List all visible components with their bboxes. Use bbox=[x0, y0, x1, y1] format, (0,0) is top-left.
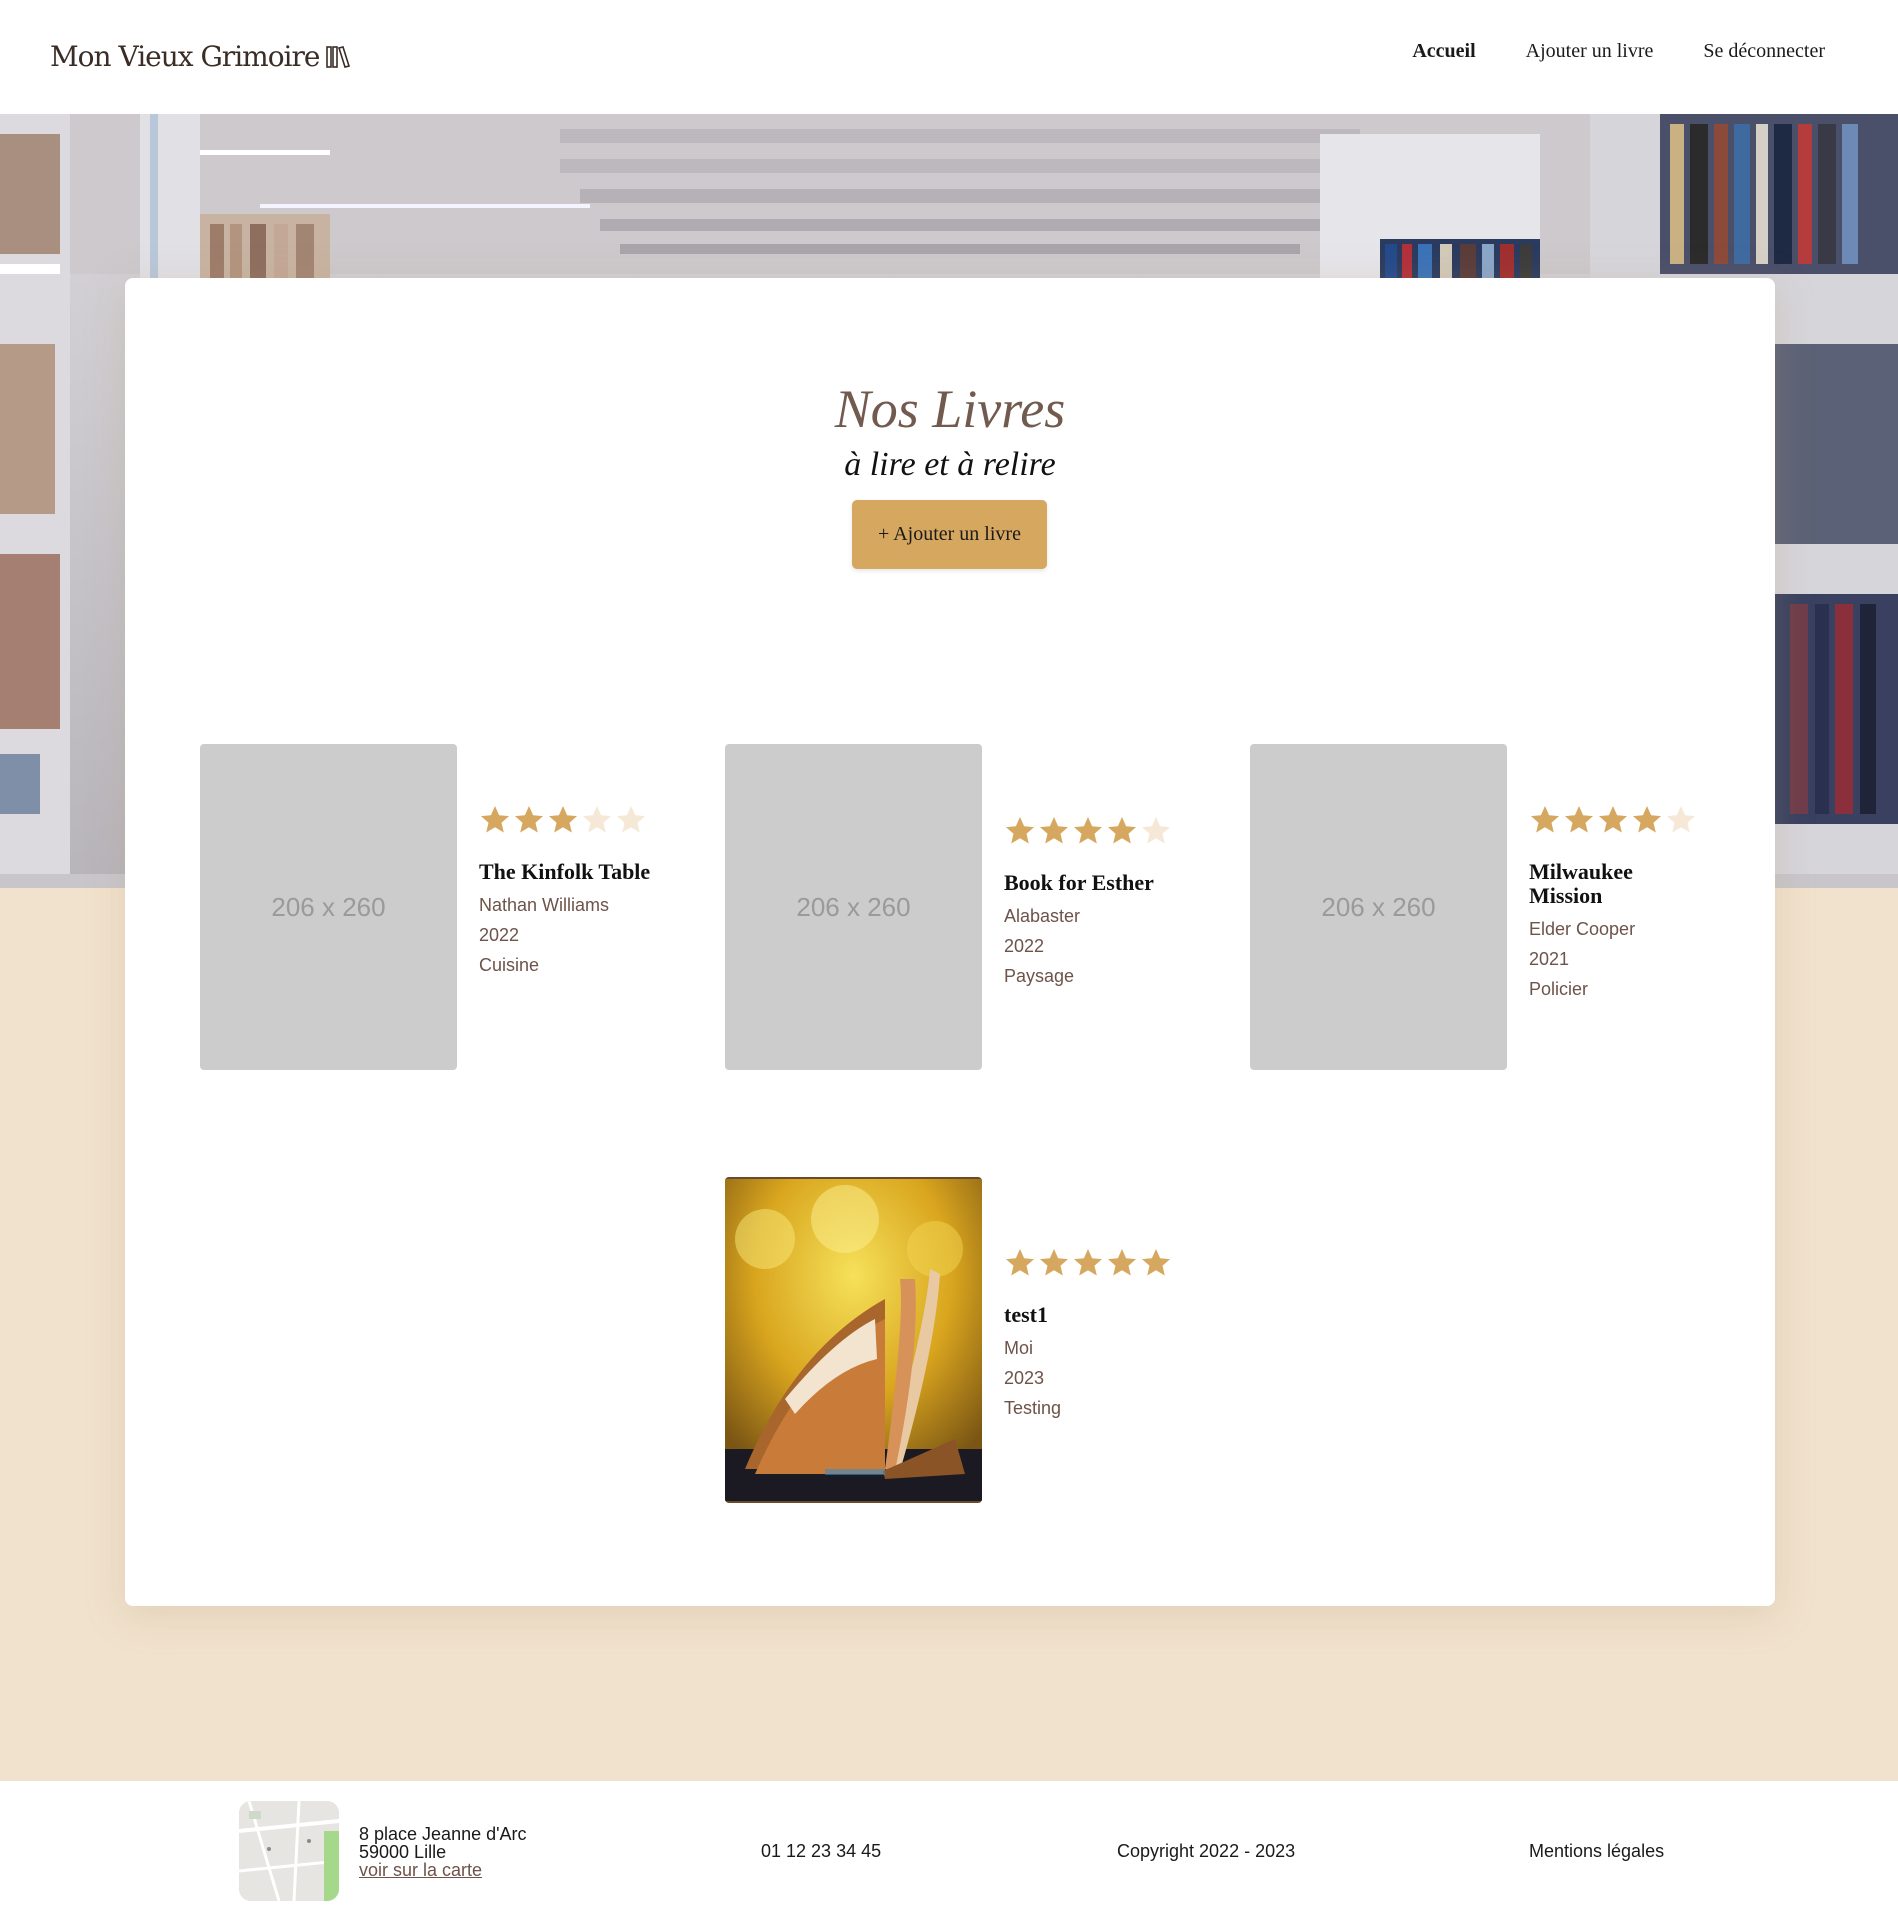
open-book-photo bbox=[725, 1179, 982, 1501]
star-filled-icon bbox=[1142, 1249, 1170, 1276]
cover-size-label: 206 x 260 bbox=[271, 891, 386, 922]
map-thumbnail[interactable] bbox=[239, 1801, 339, 1901]
book-genre: Testing bbox=[1004, 1398, 1062, 1418]
book-card[interactable]: 206 x 260 The Kinfolk Table Nathan Willi… bbox=[200, 744, 660, 1070]
star-filled-icon bbox=[1565, 806, 1593, 833]
star-empty-icon bbox=[583, 806, 611, 833]
book-info: Book for Esther Alabaster 2022 Paysage bbox=[1004, 815, 1184, 991]
cover-size-label: 206 x 260 bbox=[796, 891, 911, 922]
star-filled-icon bbox=[1074, 817, 1102, 844]
star-filled-icon bbox=[1074, 1249, 1102, 1276]
footer-copyright: Copyright 2022 - 2023 bbox=[1117, 1841, 1296, 1861]
book-info: The Kinfolk Table Nathan Williams 2022 C… bbox=[479, 804, 659, 980]
star-empty-icon bbox=[1667, 806, 1695, 833]
book-genre: Paysage bbox=[1004, 966, 1075, 986]
nav-accueil[interactable]: Accueil bbox=[1412, 40, 1475, 63]
book-genre: Cuisine bbox=[479, 955, 540, 975]
book-year: 2022 bbox=[1004, 936, 1045, 956]
star-filled-icon bbox=[481, 806, 509, 833]
book-title: The Kinfolk Table bbox=[479, 859, 651, 884]
book-card[interactable]: 206 x 260 Book for Esther Alabaster 2022… bbox=[725, 744, 1185, 1070]
book-author: Nathan Williams bbox=[479, 895, 610, 915]
star-filled-icon bbox=[1006, 1249, 1034, 1276]
add-book-button[interactable]: + Ajouter un livre bbox=[852, 500, 1047, 569]
rating-stars bbox=[1529, 804, 1709, 838]
page-title: Nos Livres bbox=[834, 379, 1066, 439]
site-logo[interactable]: Mon Vieux Grimoire bbox=[50, 40, 351, 73]
book-info: Milwaukee Mission Elder Cooper 2021 Poli… bbox=[1529, 804, 1709, 1004]
star-filled-icon bbox=[1040, 817, 1068, 844]
star-filled-icon bbox=[1108, 1249, 1136, 1276]
nav-ajouter-livre[interactable]: Ajouter un livre bbox=[1526, 40, 1654, 63]
page-subtitle: à lire et à relire bbox=[844, 446, 1056, 483]
star-filled-icon bbox=[1006, 817, 1034, 844]
book-author: Moi bbox=[1004, 1338, 1034, 1358]
rating-stars bbox=[1004, 1247, 1184, 1281]
book-cover-image bbox=[725, 1177, 982, 1503]
rating-stars bbox=[479, 804, 659, 838]
star-filled-icon bbox=[1633, 806, 1661, 833]
star-filled-icon bbox=[515, 806, 543, 833]
logo-text: Mon Vieux Grimoire bbox=[50, 40, 320, 73]
star-empty-icon bbox=[1142, 817, 1170, 844]
book-title: Milwaukee Mission bbox=[1529, 859, 1633, 908]
star-filled-icon bbox=[1531, 806, 1559, 833]
star-filled-icon bbox=[1108, 817, 1136, 844]
star-empty-icon bbox=[617, 806, 645, 833]
book-info: test1 Moi 2023 Testing bbox=[1004, 1247, 1184, 1423]
star-filled-icon bbox=[549, 806, 577, 833]
book-cover-placeholder: 206 x 260 bbox=[200, 744, 457, 1070]
books-panel: Nos Livres à lire et à relire + Ajouter … bbox=[125, 278, 1775, 1606]
nav-deconnecter[interactable]: Se déconnecter bbox=[1703, 40, 1825, 63]
star-filled-icon bbox=[1599, 806, 1627, 833]
main-nav: Accueil Ajouter un livre Se déconnecter bbox=[1412, 40, 1825, 63]
map-icon bbox=[239, 1801, 339, 1901]
star-filled-icon bbox=[1040, 1249, 1068, 1276]
rating-stars bbox=[1004, 815, 1184, 849]
book-year: 2021 bbox=[1529, 949, 1570, 969]
book-year: 2023 bbox=[1004, 1368, 1045, 1388]
legal-notice-link[interactable]: Mentions légales bbox=[1529, 1841, 1664, 1862]
book-year: 2022 bbox=[479, 925, 520, 945]
site-footer: 8 place Jeanne d'Arc 59000 Lille voir su… bbox=[0, 1781, 1898, 1921]
book-title: Book for Esther bbox=[1004, 870, 1154, 895]
book-card[interactable]: 206 x 260 Milwaukee Mission Elder Cooper… bbox=[1250, 744, 1710, 1070]
book-title: test1 bbox=[1004, 1302, 1048, 1327]
books-logo-icon bbox=[326, 45, 351, 68]
address-line-1: 8 place Jeanne d'Arc bbox=[359, 1824, 527, 1844]
site-header: Mon Vieux Grimoire Accueil Ajouter un li… bbox=[0, 0, 1898, 114]
footer-phone: 01 12 23 34 45 bbox=[761, 1841, 882, 1861]
book-author: Alabaster bbox=[1004, 906, 1081, 926]
book-cover-placeholder: 206 x 260 bbox=[1250, 744, 1507, 1070]
footer-address: 8 place Jeanne d'Arc 59000 Lille voir su… bbox=[359, 1825, 527, 1879]
book-cover-placeholder: 206 x 260 bbox=[725, 744, 982, 1070]
book-genre: Policier bbox=[1529, 979, 1589, 999]
address-line-2: 59000 Lille bbox=[359, 1842, 447, 1862]
book-card[interactable]: test1 Moi 2023 Testing bbox=[725, 1177, 1185, 1503]
map-link[interactable]: voir sur la carte bbox=[359, 1861, 527, 1879]
cover-size-label: 206 x 260 bbox=[1321, 891, 1436, 922]
book-author: Elder Cooper bbox=[1529, 919, 1636, 939]
